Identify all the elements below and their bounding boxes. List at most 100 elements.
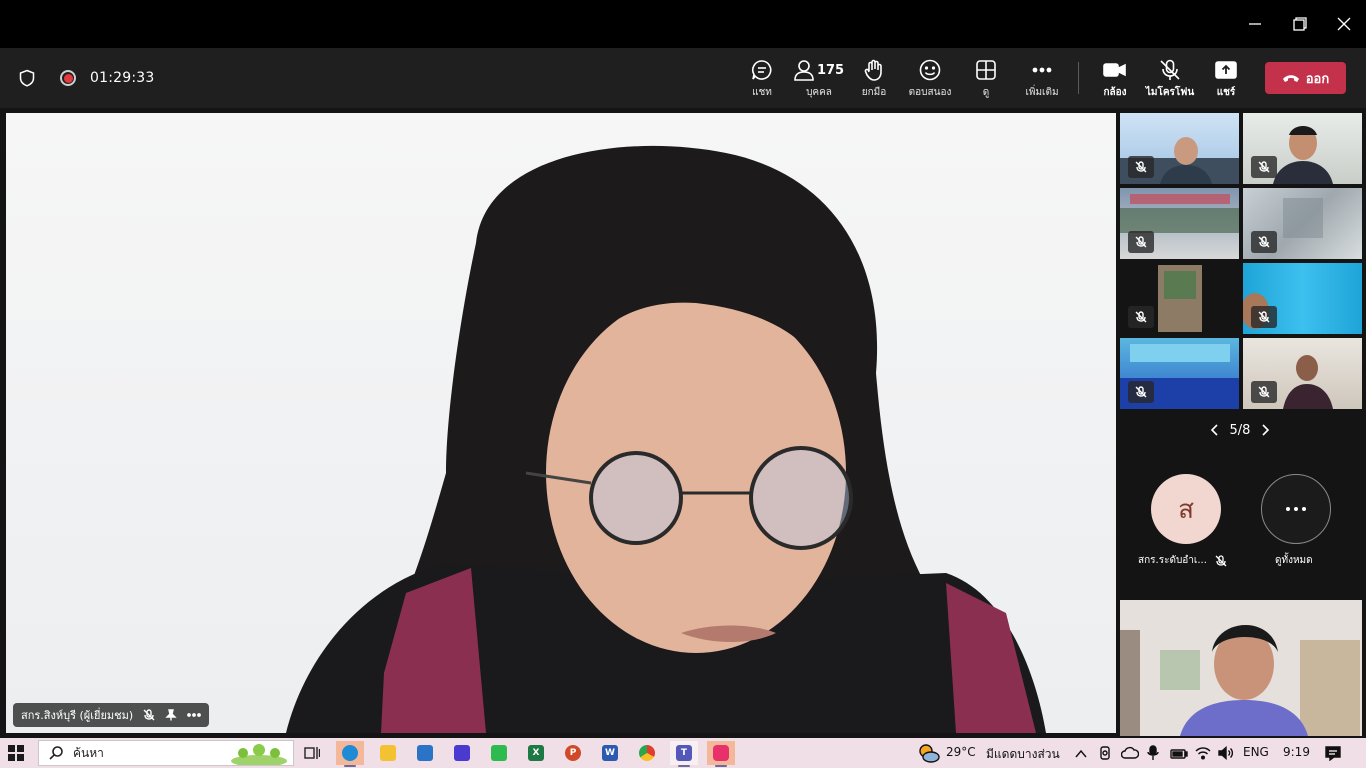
taskbar-app-edge[interactable] [336,741,364,767]
camera-button[interactable]: กล้อง [1100,58,1130,102]
chevron-left-icon[interactable] [1210,424,1218,436]
taskbar-app-chrome[interactable] [633,741,661,765]
view-all-button[interactable] [1261,474,1331,544]
tray-mic[interactable] [1147,745,1159,765]
raise-hand-label: ยกมือ [861,87,887,98]
main-video-feed[interactable]: สกร.สิงห์บุรี (ผู้เยี่ยมชม) [6,113,1116,733]
participant-tile[interactable] [1243,113,1362,184]
search-icon [49,746,63,760]
microphone-icon [1147,745,1159,760]
toolbar-divider [1078,62,1079,94]
clock-time[interactable]: 9:19 [1283,745,1310,759]
mic-off-icon [1135,386,1147,398]
react-label: ตอบสนอง [908,87,952,98]
taskbar-app-mail[interactable] [411,741,439,765]
taskbar-app-excel[interactable]: X [522,741,550,765]
leave-label: ออก [1305,71,1330,87]
app-icon [454,745,470,761]
participant-tile[interactable] [1243,338,1362,409]
tray-volume[interactable] [1218,745,1234,764]
show-hidden-icons-button[interactable] [1075,745,1087,764]
participant-tile[interactable] [1243,188,1362,259]
smiley-icon [919,59,941,81]
raise-hand-icon [864,59,882,81]
mic-off-icon [1135,236,1147,248]
participant-tile[interactable] [1120,263,1239,334]
participant-avatar[interactable]: ส [1151,474,1221,544]
taskbar-search[interactable]: ค้นหา [38,740,294,766]
close-window-button[interactable] [1321,0,1366,48]
mic-off-icon [143,709,155,721]
participant-tile[interactable] [1243,263,1362,334]
excel-icon: X [528,745,544,761]
powerpoint-icon: P [565,745,581,761]
mic-off-icon [1258,236,1270,248]
page-indicator: 5/8 [1229,422,1251,438]
taskbar-app-word[interactable]: W [596,741,624,765]
share-icon [1215,61,1237,79]
notification-center-button[interactable] [1325,745,1341,765]
speaker-name-chip: สกร.สิงห์บุรี (ผู้เยี่ยมชม) [13,703,210,727]
minimize-icon [1249,23,1261,25]
pin-icon[interactable] [165,709,177,721]
chat-button[interactable]: แชท [748,58,776,102]
taskbar-app-line[interactable] [485,741,513,765]
mic-off-icon [1215,554,1227,566]
avatar-name-row: สกร.ระดับอำเ... [1138,553,1227,568]
taskbar-app-vscode[interactable] [448,741,476,765]
tray-wifi[interactable] [1195,745,1211,764]
minimize-button[interactable] [1232,0,1278,48]
participant-tile[interactable] [1120,188,1239,259]
meeting-timer: 01:29:33 [90,70,155,86]
more-icon [1032,67,1052,73]
grid-view-icon [976,60,996,80]
chevron-up-icon [1075,749,1087,758]
leave-button[interactable]: ออก [1265,62,1346,94]
participant-tile[interactable] [1120,113,1239,184]
mail-icon [417,745,433,761]
self-view-video[interactable] [1120,600,1362,736]
input-language[interactable]: ENG [1243,745,1269,759]
hang-up-icon [1282,75,1299,82]
camera-icon [1103,63,1126,77]
view-button[interactable]: ดู [972,58,1000,102]
tray-device-icon[interactable] [1098,745,1112,765]
mic-off-icon [1258,386,1270,398]
weather-widget[interactable] [916,742,940,768]
more-icon [1286,507,1306,511]
restore-button[interactable] [1277,0,1323,48]
window-titlebar [0,0,1366,48]
muted-indicator [1128,231,1154,253]
meeting-toolbar: 01:29:33 แชท 175 บุคคล ยกมือ ตอบสนอง ดู … [0,48,1366,108]
taskbar-app-file-explorer[interactable] [374,741,402,765]
taskbar-app-powerpoint[interactable]: P [559,741,587,765]
more-button[interactable]: เพิ่มเติม [1022,58,1062,102]
people-icon [794,60,814,81]
task-view-button[interactable] [298,741,326,765]
people-button[interactable]: 175 บุคคล [794,58,845,102]
chevron-right-icon[interactable] [1262,424,1270,436]
task-view-icon [304,747,320,759]
taskbar-app-camera[interactable] [707,741,735,767]
muted-indicator [1251,306,1277,328]
react-button[interactable]: ตอบสนอง [908,58,952,102]
mic-off-icon [1135,311,1147,323]
more-label: เพิ่มเติม [1025,87,1059,98]
participant-count: 175 [816,62,845,78]
more-options-icon[interactable] [187,713,202,717]
tray-network-alert[interactable] [1120,745,1140,764]
speaker-video-image [286,145,1046,733]
avatar-initial: ส [1178,494,1194,525]
weather-description: มีแดดบางส่วน [986,747,1060,761]
chrome-icon [639,745,655,761]
share-button[interactable]: แชร์ [1212,58,1240,102]
mic-button[interactable]: ไมโครโฟน [1146,58,1194,102]
participant-tile[interactable] [1120,338,1239,409]
battery-icon [1170,749,1188,759]
edge-icon [342,745,358,761]
taskbar-app-teams[interactable]: T [670,741,698,767]
tray-battery[interactable] [1170,745,1188,764]
raise-hand-button[interactable]: ยกมือ [860,58,888,102]
wifi-icon [1195,747,1211,760]
start-button[interactable] [8,745,24,765]
